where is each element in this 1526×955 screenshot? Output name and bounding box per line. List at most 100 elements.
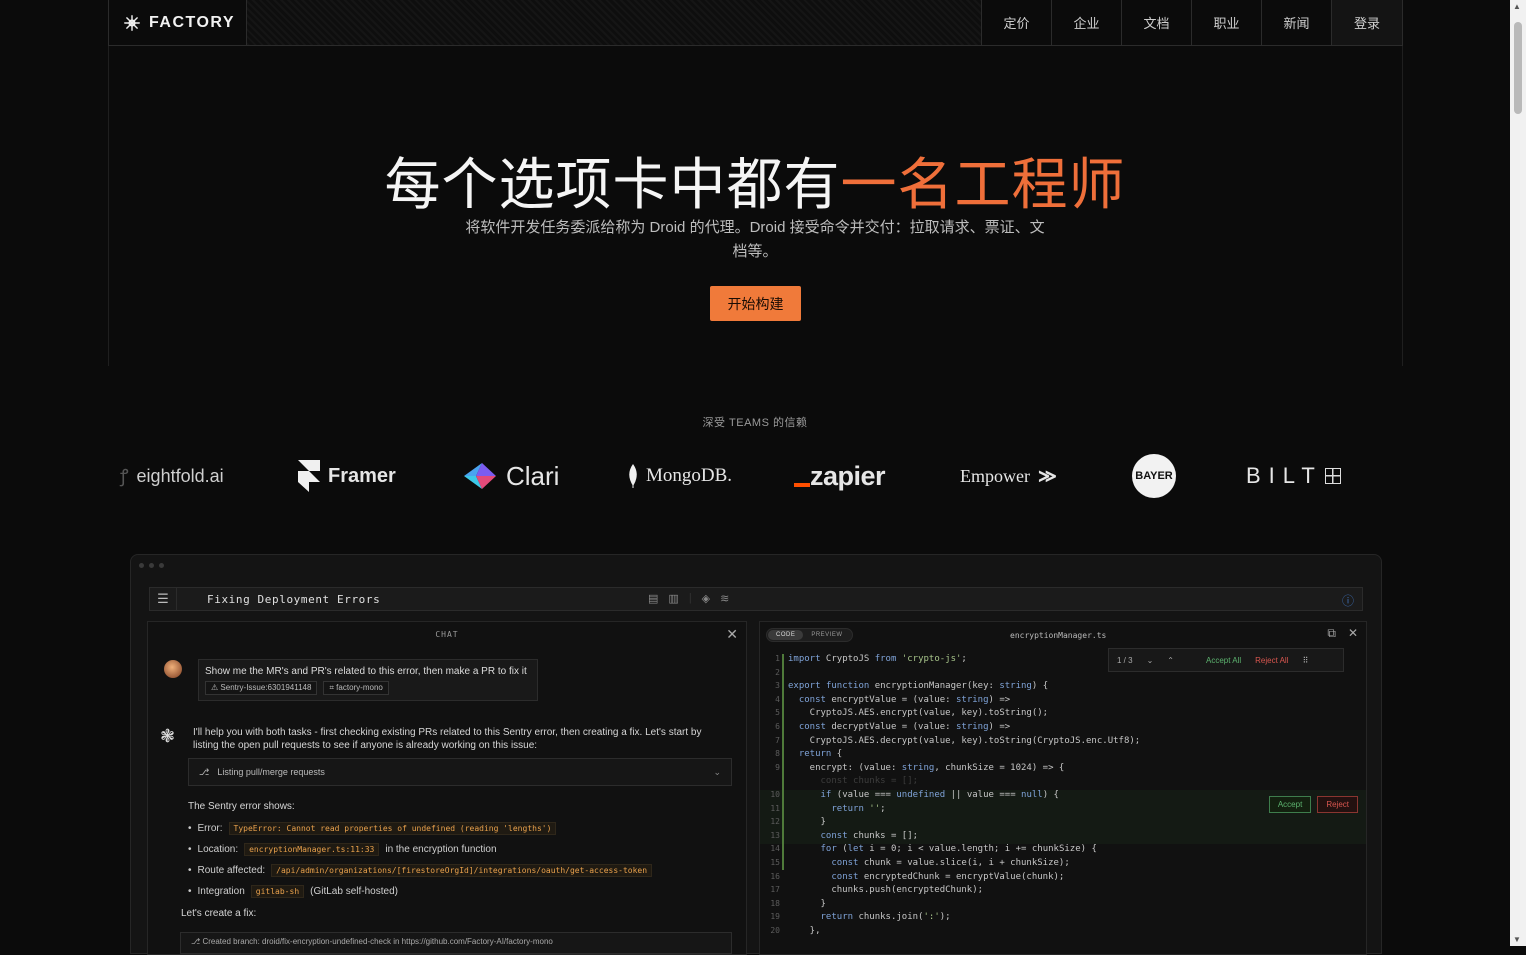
code-line: 7 CryptoJS.AES.decrypt(value, key).toStr… [760, 736, 1366, 750]
hero-title: 每个选项卡中都有一名工程师 [0, 140, 1510, 221]
logo-clari-text: Clari [506, 460, 560, 491]
code-line: 9 encrypt: (value: string, chunkSize = 1… [760, 763, 1366, 777]
repo-chip[interactable]: ⌗ factory-mono [323, 681, 389, 695]
nav-link-enterprise[interactable]: 企业 [1052, 0, 1122, 45]
user-message-text: Show me the MR's and PR's related to thi… [205, 666, 527, 677]
scroll-down-icon[interactable]: ▼ [1513, 935, 1521, 944]
bullet-label: Integration [197, 886, 245, 897]
help-icon[interactable]: ⓘ [1342, 592, 1354, 609]
line-text: const encryptedChunk = encryptValue(chun… [831, 871, 1065, 882]
nav-link-docs[interactable]: 文档 [1122, 0, 1192, 45]
chevron-down-icon: ⌄ [713, 766, 721, 777]
line-text: return chunks.join(':'); [820, 912, 951, 923]
copy-icon[interactable]: ⧉ [1327, 626, 1336, 641]
tab-preview[interactable]: PREVIEW [803, 630, 850, 640]
code-line: 12 } [760, 817, 1366, 831]
tool-call-label: Listing pull/merge requests [217, 767, 325, 777]
list-item: • Error: TypeError: Cannot read properties… [188, 818, 652, 839]
scroll-up-icon[interactable]: ▲ [1513, 2, 1521, 11]
line-number: 20 [770, 925, 780, 935]
brand-name: FACTORY [149, 13, 236, 31]
line-number: 16 [770, 871, 780, 881]
line-text: const chunk = value.slice(i, i + chunkSi… [831, 857, 1070, 868]
reject-button[interactable]: Reject [1317, 796, 1358, 813]
chevron-up-icon[interactable]: ⌃ [1167, 656, 1174, 665]
drag-handle-icon[interactable]: ⠿ [1302, 656, 1308, 665]
document-icon[interactable]: ▥ [668, 592, 678, 605]
framer-mark-icon [298, 460, 320, 492]
line-number: 13 [770, 830, 780, 840]
diff-counter: 1 / 3 [1117, 655, 1133, 665]
chevron-down-icon[interactable]: ⌄ [1147, 656, 1154, 665]
accept-button[interactable]: Accept [1268, 796, 1312, 813]
bullet-code: /api/admin/organizations/[firestoreOrgId… [271, 864, 653, 877]
bullet-code: encryptionManager.ts:11:33 [244, 843, 380, 856]
hero-title-accent: 一名工程师 [840, 153, 1126, 216]
chat-panel: CHAT ✕ Show me the MR's and PR's related… [147, 621, 747, 955]
nav-link-pricing[interactable]: 定价 [982, 0, 1052, 45]
bullet-code: gitlab-sh [250, 885, 305, 898]
layers-icon[interactable]: ◈ [702, 592, 710, 605]
close-icon[interactable]: ✕ [1348, 626, 1358, 641]
line-number: 18 [770, 898, 780, 908]
line-text: const chunks = []; [820, 830, 919, 841]
window-dots [139, 563, 164, 568]
branch-created-call[interactable]: ⎇ Created branch: droid/fix-encryption-u… [180, 932, 732, 954]
line-number: 12 [770, 817, 780, 827]
tab-code[interactable]: CODE [768, 630, 804, 640]
line-number: 9 [775, 762, 780, 772]
fix-line: Let's create a fix: [181, 908, 257, 919]
sentry-issue-chip[interactable]: ⚠ Sentry-Issue:6301941148 [205, 681, 318, 695]
accept-all-button[interactable]: Accept All [1206, 656, 1241, 665]
factory-logo-icon [124, 14, 140, 31]
bilt-grid-icon [1324, 468, 1341, 484]
terminal-icon[interactable]: ▤ [648, 592, 658, 605]
tool-call-listing-prs[interactable]: ⎇ Listing pull/merge requests ⌄ [188, 758, 732, 786]
app-window: ☰ Fixing Deployment Errors ▤ ▥ | ◈ ≋ ⓘ C… [130, 554, 1382, 955]
line-number: 10 [770, 789, 780, 799]
code-panel: CODE PREVIEW encryptionManager.ts ⧉ ✕ 1i… [759, 621, 1367, 955]
code-line: 6 const decryptValue = (value: string) =… [760, 722, 1366, 736]
session-title: Fixing Deployment Errors [207, 592, 381, 606]
bullet-suffix: in the encryption function [385, 844, 497, 855]
close-icon[interactable]: ✕ [726, 626, 738, 643]
page-scrollbar[interactable]: ▲ ▼ [1510, 0, 1526, 946]
line-text: return ''; [831, 803, 886, 814]
code-line: 3 export function encryptionManager(key: … [760, 681, 1366, 695]
file-name: encryptionManager.ts [1010, 631, 1107, 640]
list-item: • Route affected:/api/admin/organizations… [188, 860, 653, 881]
brand-logo[interactable]: FACTORY [109, 0, 247, 45]
line-text: }, [788, 925, 821, 936]
line-text: if (value === undefined || value === nul… [820, 789, 1059, 800]
line-text: } [788, 898, 826, 909]
stack-icon[interactable]: ≋ [720, 592, 729, 605]
nav-link-login[interactable]: 登录 [1332, 0, 1402, 45]
nav-hatch-decoration [247, 0, 982, 45]
logo-bilt-text: BILT [1246, 463, 1323, 488]
start-building-button[interactable]: 开始构建 [710, 286, 801, 321]
line-text: const decryptValue = (value: string) => [798, 721, 1011, 732]
reject-all-button[interactable]: Reject All [1255, 656, 1288, 665]
line-number: 3 [775, 681, 780, 691]
line-number: 19 [770, 912, 780, 922]
scrollbar-thumb[interactable] [1514, 22, 1522, 114]
bullet-code: TypeError: Cannot read properties of und… [228, 822, 557, 835]
nav-link-news[interactable]: 新闻 [1262, 0, 1332, 45]
code-line: 17 chunks.push(encryptedChunk); [760, 885, 1366, 899]
code-view-tabs: CODE PREVIEW [766, 628, 853, 642]
line-text: CryptoJS.AES.encrypt(value, key).toStrin… [788, 708, 1049, 719]
code-line: 15 const chunk = value.slice(i, i + chun… [760, 858, 1366, 872]
line-text: chunks.push(encryptedChunk); [788, 885, 984, 896]
line-text: import CryptoJS from 'crypto-js'; [788, 654, 967, 664]
line-number: 5 [775, 708, 780, 718]
nav-link-careers[interactable]: 职业 [1192, 0, 1262, 45]
logo-clari: Clari [462, 452, 559, 500]
user-avatar [164, 660, 182, 678]
hero-title-main: 每个选项卡中都有 [384, 153, 841, 216]
clari-mark-icon [464, 463, 496, 489]
line-number: 6 [775, 721, 780, 731]
code-line: 5 CryptoJS.AES.encrypt(value, key).toStr… [760, 708, 1366, 722]
code-line: 16 const encryptedChunk = encryptValue(c… [760, 872, 1366, 886]
menu-icon[interactable]: ☰ [150, 588, 177, 610]
line-number: 1 [775, 654, 780, 663]
